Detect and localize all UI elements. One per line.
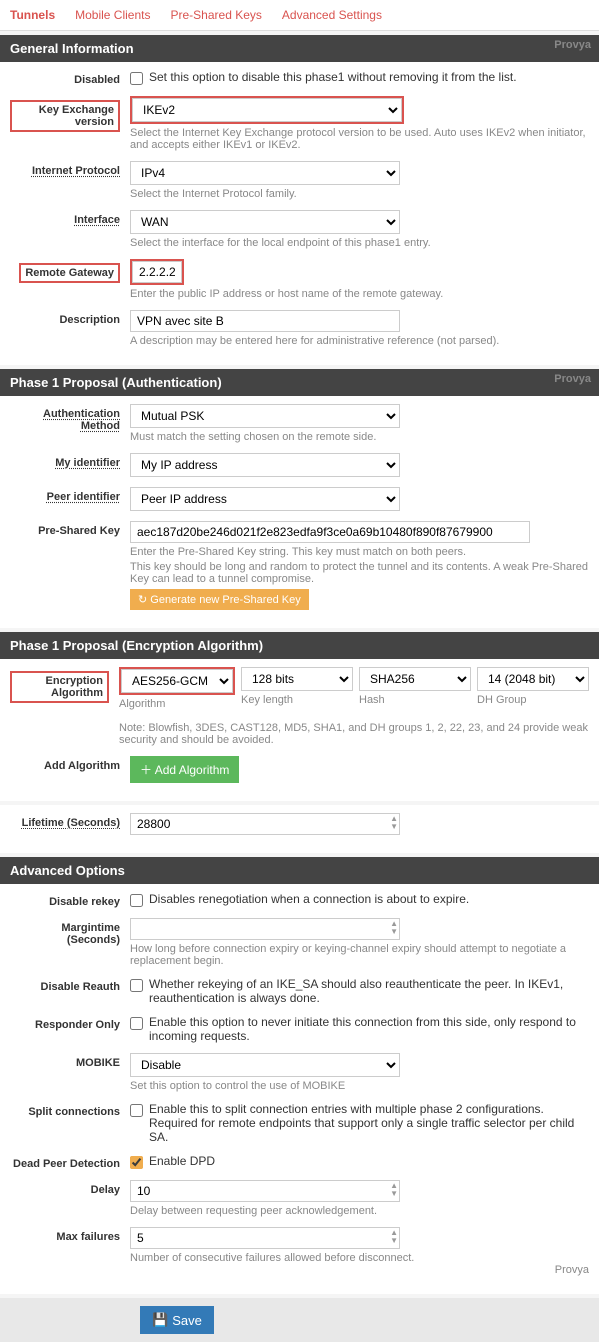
label-key-exchange-version: Key Exchange version	[10, 100, 120, 132]
text-disable-rekey: Disables renegotiation when a connection…	[149, 892, 469, 906]
tab-advanced-settings[interactable]: Advanced Settings	[282, 8, 382, 22]
label-disabled: Disabled	[10, 70, 130, 86]
checkbox-enable-dpd[interactable]	[130, 1156, 143, 1169]
label-dead-peer-detection: Dead Peer Detection	[10, 1154, 130, 1170]
label-authentication-method: Authentication Method	[10, 404, 130, 432]
select-key-length[interactable]: 128 bits	[241, 667, 353, 691]
input-max-failures[interactable]	[130, 1227, 400, 1249]
sublabel-algorithm: Algorithm	[119, 698, 235, 710]
label-remote-gateway: Remote Gateway	[19, 263, 120, 283]
label-disable-rekey: Disable rekey	[10, 892, 130, 908]
help-interface: Select the interface for the local endpo…	[130, 237, 589, 249]
label-split-connections: Split connections	[10, 1102, 130, 1118]
help-authentication-method: Must match the setting chosen on the rem…	[130, 431, 589, 443]
checkbox-disable-reauth[interactable]	[130, 979, 143, 992]
select-mobike[interactable]: Disable	[130, 1053, 400, 1077]
help-mobike: Set this option to control the use of MO…	[130, 1080, 589, 1092]
select-interface[interactable]: WAN	[130, 210, 400, 234]
label-responder-only: Responder Only	[10, 1015, 130, 1031]
select-authentication-method[interactable]: Mutual PSK	[130, 404, 400, 428]
label-max-failures: Max failures	[10, 1227, 130, 1243]
input-margintime[interactable]	[130, 918, 400, 940]
label-interface: Interface	[10, 210, 130, 226]
input-remote-gateway[interactable]	[132, 261, 182, 283]
checkbox-split-connections[interactable]	[130, 1104, 143, 1117]
section-advanced-options: Advanced Options	[0, 857, 599, 884]
input-description[interactable]	[130, 310, 400, 332]
section-phase1-encryption: Phase 1 Proposal (Encryption Algorithm)	[0, 632, 599, 659]
help-delay: Delay between requesting peer acknowledg…	[130, 1205, 589, 1217]
select-peer-identifier[interactable]: Peer IP address	[130, 487, 400, 511]
section-general-information: General Information Provya	[0, 35, 599, 62]
text-disable-reauth: Whether rekeying of an IKE_SA should als…	[149, 977, 589, 1005]
help-margintime: How long before connection expiry or key…	[130, 943, 589, 967]
label-margintime: Margintime (Seconds)	[10, 918, 130, 946]
help-psk-1: Enter the Pre-Shared Key string. This ke…	[130, 546, 589, 558]
button-generate-psk[interactable]: ↻ Generate new Pre-Shared Key	[130, 589, 309, 610]
spinner-icon[interactable]: ▲▼	[390, 1182, 398, 1198]
tab-mobile-clients[interactable]: Mobile Clients	[75, 8, 150, 22]
label-encryption-algorithm: Encryption Algorithm	[10, 671, 109, 703]
help-internet-protocol: Select the Internet Protocol family.	[130, 188, 589, 200]
label-lifetime: Lifetime (Seconds)	[10, 813, 130, 829]
label-peer-identifier: Peer identifier	[10, 487, 130, 503]
tab-preshared-keys[interactable]: Pre-Shared Keys	[171, 8, 262, 22]
help-description: A description may be entered here for ad…	[130, 335, 589, 347]
input-delay[interactable]	[130, 1180, 400, 1202]
save-icon: 💾	[152, 1312, 168, 1328]
label-description: Description	[10, 310, 130, 326]
select-internet-protocol[interactable]: IPv4	[130, 161, 400, 185]
watermark: Provya	[554, 39, 591, 51]
spinner-icon[interactable]: ▲▼	[390, 920, 398, 936]
watermark: Provya	[130, 1264, 589, 1276]
checkbox-disable-rekey[interactable]	[130, 894, 143, 907]
help-key-exchange-version: Select the Internet Key Exchange protoco…	[130, 127, 589, 151]
note-weak-algorithms: Note: Blowfish, 3DES, CAST128, MD5, SHA1…	[119, 722, 589, 746]
text-enable-dpd: Enable DPD	[149, 1154, 215, 1168]
label-internet-protocol: Internet Protocol	[10, 161, 130, 177]
label-my-identifier: My identifier	[10, 453, 130, 469]
input-lifetime[interactable]	[130, 813, 400, 835]
input-pre-shared-key[interactable]	[130, 521, 530, 543]
select-key-exchange-version[interactable]: IKEv2	[132, 98, 402, 122]
spinner-icon[interactable]: ▲▼	[390, 815, 398, 831]
tab-bar: Tunnels Mobile Clients Pre-Shared Keys A…	[0, 0, 599, 31]
help-max-failures: Number of consecutive failures allowed b…	[130, 1252, 589, 1264]
select-encryption-algorithm[interactable]: AES256-GCM	[121, 669, 233, 693]
help-psk-2: This key should be long and random to pr…	[130, 561, 589, 585]
select-my-identifier[interactable]: My IP address	[130, 453, 400, 477]
select-dh-group[interactable]: 14 (2048 bit)	[477, 667, 589, 691]
save-button[interactable]: 💾 Save	[140, 1306, 214, 1334]
sublabel-key-length: Key length	[241, 694, 353, 706]
text-split-connections: Enable this to split connection entries …	[149, 1102, 589, 1144]
section-phase1-authentication: Phase 1 Proposal (Authentication) Provya	[0, 369, 599, 396]
watermark: Provya	[554, 373, 591, 385]
sublabel-hash: Hash	[359, 694, 471, 706]
button-add-algorithm[interactable]: ＋ Add Algorithm	[130, 756, 239, 783]
checkbox-disabled[interactable]	[130, 72, 143, 85]
spinner-icon[interactable]: ▲▼	[390, 1229, 398, 1245]
label-mobike: MOBIKE	[10, 1053, 130, 1069]
help-remote-gateway: Enter the public IP address or host name…	[130, 288, 589, 300]
label-add-algorithm: Add Algorithm	[10, 756, 130, 772]
tab-tunnels[interactable]: Tunnels	[10, 8, 55, 22]
text-responder-only: Enable this option to never initiate thi…	[149, 1015, 589, 1043]
label-pre-shared-key: Pre-Shared Key	[10, 521, 130, 537]
text-disabled: Set this option to disable this phase1 w…	[149, 70, 517, 84]
sublabel-dh-group: DH Group	[477, 694, 589, 706]
select-hash[interactable]: SHA256	[359, 667, 471, 691]
label-delay: Delay	[10, 1180, 130, 1196]
label-disable-reauth: Disable Reauth	[10, 977, 130, 993]
